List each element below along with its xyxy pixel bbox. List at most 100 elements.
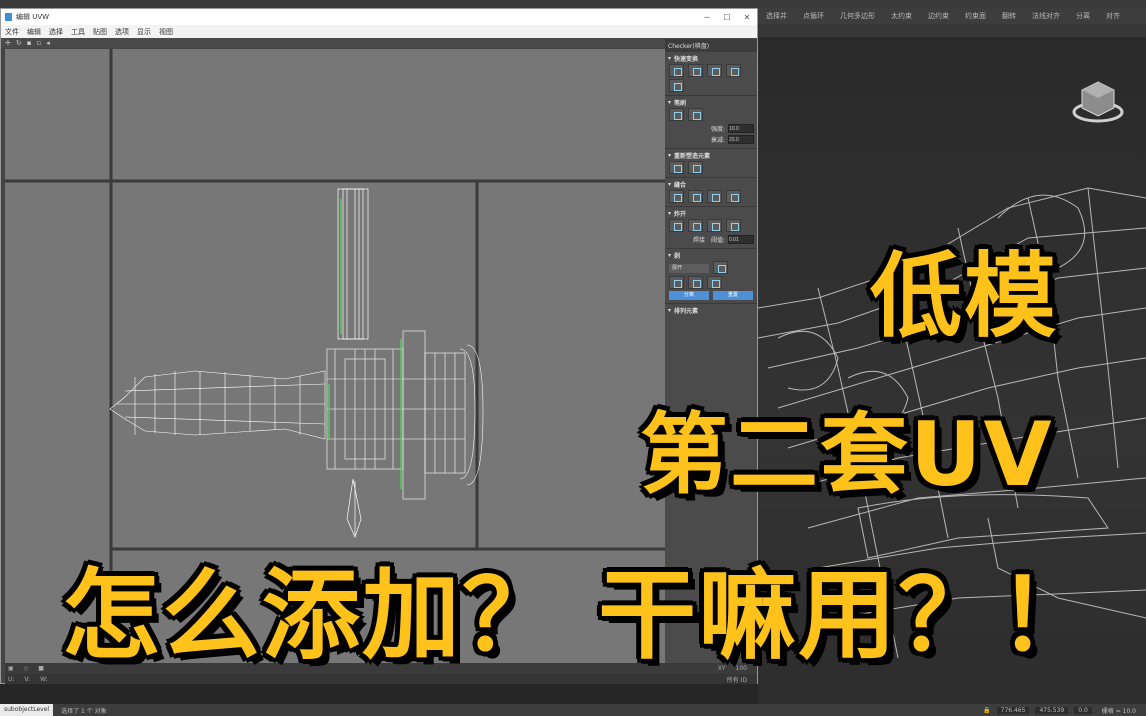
uvw-menubar: 文件 编辑 选择 工具 贴图 选项 显示 视图 [1,25,757,38]
rollout-title[interactable]: 剥 [668,251,754,260]
stitch-target-icon[interactable] [706,190,722,203]
move-icon[interactable]: ✛ [5,39,11,47]
ribbon-item[interactable]: 分离 [1068,11,1098,21]
overlay-title-line1: 低模 [870,243,1059,350]
menu-display[interactable]: 显示 [137,27,151,37]
ribbon-item[interactable]: 对齐 [1098,11,1128,21]
menu-view[interactable]: 视图 [159,27,173,37]
peel-reset-icon[interactable] [706,276,722,289]
brush-strength-input[interactable] [728,124,754,133]
rollout-quick-transform: 快速变换 [665,51,757,95]
explode-icon[interactable] [687,219,703,232]
rollout-title[interactable]: 笔刷 [668,98,754,107]
menu-select[interactable]: 选择 [49,27,63,37]
threshold-label: 阈值: [710,237,725,244]
brush-falloff-label: 衰减: [710,137,725,144]
app-icon [5,13,12,21]
menu-options[interactable]: 选项 [115,27,129,37]
ribbon-item[interactable]: 翻转 [994,11,1024,21]
menu-mapping[interactable]: 贴图 [93,27,107,37]
host-menubar [0,0,1146,8]
ribbon-item[interactable]: 点循环 [795,11,832,21]
maximize-button[interactable]: ☐ [717,13,737,22]
uvw-toolbar: ✛ ↻ ▪ ▫ ◂ [1,38,757,48]
overlay-title-line2: 第二套UV [640,403,1054,506]
brush-falloff-input[interactable] [728,135,754,144]
ribbon-item[interactable]: 几何多边形 [832,11,883,21]
viewcube-icon[interactable] [1072,78,1124,128]
reset-button[interactable]: 重置 [712,291,753,300]
rollout-arrange: 排列元素 [665,303,757,317]
relax-icon[interactable] [687,161,703,174]
w-label: W: [40,675,48,683]
peel-settings-icon[interactable] [712,261,728,274]
window-title: 编辑 UVW [16,13,50,21]
rollout-title[interactable]: 炸开 [668,209,754,218]
weld-threshold-row: 焊接 阈值: [668,235,754,244]
rollout-explode: 炸开 焊接 阈值: [665,206,757,248]
minimize-button[interactable]: ─ [697,13,717,22]
ribbon-item[interactable]: 太约束 [883,11,920,21]
x-coordinate[interactable]: 776.465 [996,706,1030,714]
mirror-icon[interactable]: ◂ [46,39,50,47]
rotate-ccw-icon[interactable] [725,64,741,77]
host-status-bar: subobjectLevel 选择了 1 个 对象 🔒 776.465 475.… [0,704,1146,716]
paint-brush-icon[interactable] [669,108,684,121]
host-subtoolbar [758,24,1146,38]
rollout-title[interactable]: 缝合 [668,180,754,189]
freeform-icon[interactable]: ▫ [37,39,42,47]
maxscript-listener[interactable]: subobjectLevel [0,704,54,716]
screen: 选择并 点循环 几何多边形 太约束 边约束 约束面 翻转 法线对齐 分离 对齐 [0,0,1146,716]
align-vertical-icon[interactable] [687,64,703,77]
detach-button[interactable]: 分离 [669,291,709,300]
ribbon-item[interactable]: 选择并 [758,11,795,21]
ribbon-item[interactable]: 边约束 [920,11,957,21]
align-horizontal-icon[interactable] [669,64,684,77]
rotate-icon[interactable]: ↻ [16,39,22,47]
v-label: V: [24,675,31,683]
rollout-title[interactable]: 快速变换 [668,54,754,63]
overlay-title-line3: 怎么添加？ 干嘛用？！ [62,559,1099,673]
rollout-title[interactable]: 排列元素 [668,306,754,315]
menu-file[interactable]: 文件 [5,27,19,37]
peel-mode-dropdown[interactable]: 展开 [669,264,709,273]
select-face-icon[interactable]: ■ [38,665,44,672]
host-ribbon: 选择并 点循环 几何多边形 太约束 边约束 约束面 翻转 法线对齐 分离 对齐 [758,8,1146,24]
select-edge-icon[interactable]: ◇ [24,665,29,672]
break-icon[interactable] [669,219,684,232]
grid-size: 栅格 = 10.0 [1101,707,1136,715]
z-coordinate[interactable]: 0.0 [1074,706,1092,714]
checker-icon[interactable] [725,219,741,232]
stitch-custom-icon[interactable] [725,190,741,203]
flatten-icon[interactable] [706,219,722,232]
brush-falloff-row: 衰减: [668,135,754,144]
threshold-input[interactable] [728,235,754,244]
menu-edit[interactable]: 编辑 [27,27,41,37]
u-label: U: [8,675,15,683]
uvw-titlebar[interactable]: 编辑 UVW ─ ☐ ✕ [1,9,757,25]
y-coordinate[interactable]: 475.539 [1035,706,1069,714]
relax-brush-icon[interactable] [687,108,703,121]
brush-strength-label: 强度: [710,126,725,133]
stitch-avg-icon[interactable] [687,190,703,203]
select-vertex-icon[interactable]: ▣ [8,665,14,672]
weld-label: 焊接 [692,237,705,244]
straighten-icon[interactable] [669,161,684,174]
mirror-h-icon[interactable] [669,79,684,92]
rollout-reshape: 重新塑造元素 [665,148,757,177]
scale-icon[interactable]: ▪ [27,39,32,47]
lock-icon[interactable]: 🔒 [983,707,990,714]
brush-strength-row: 强度: [668,124,754,133]
rotate-cw-icon[interactable] [706,64,722,77]
ribbon-item[interactable]: 约束面 [957,11,994,21]
menu-tools[interactable]: 工具 [71,27,85,37]
peel-quick-icon[interactable] [669,276,684,289]
selection-status: 选择了 1 个 对象 [61,707,107,715]
checker-dropdown[interactable]: Checker(棋盘) [665,39,757,51]
close-button[interactable]: ✕ [737,13,757,22]
rollout-title[interactable]: 重新塑造元素 [668,151,754,160]
peel-lscm-icon[interactable] [687,276,703,289]
rollout-brush: 笔刷 强度: 衰减: [665,95,757,148]
stitch-source-icon[interactable] [669,190,684,203]
ribbon-item[interactable]: 法线对齐 [1024,11,1068,21]
